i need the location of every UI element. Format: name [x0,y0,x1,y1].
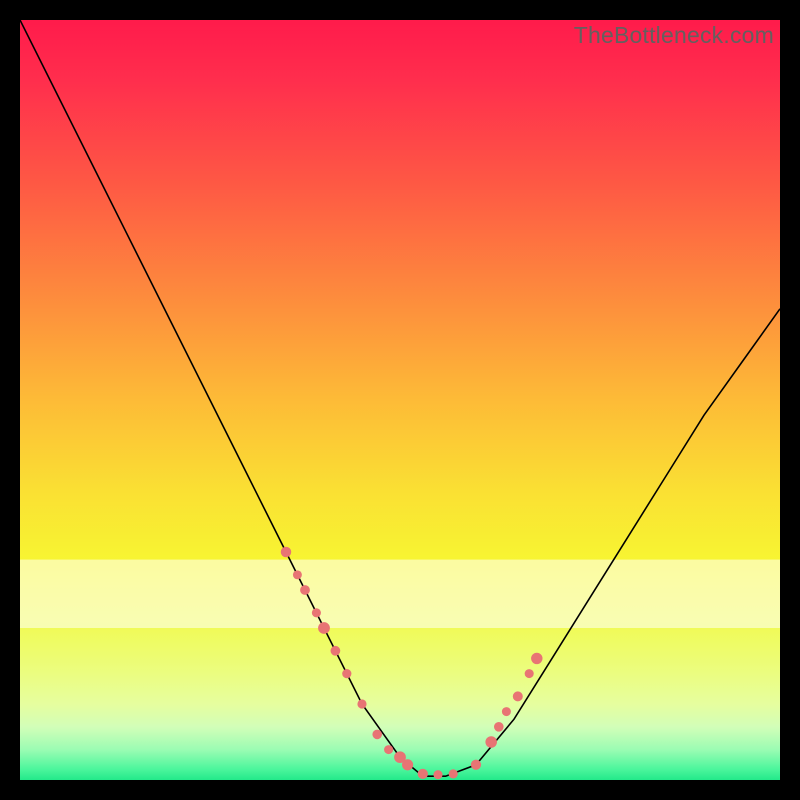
cluster-point [384,745,393,754]
cluster-point [300,585,310,595]
cluster-point [502,707,511,716]
cluster-point [531,653,542,664]
cluster-point [318,622,330,634]
cluster-point [513,691,523,701]
cluster-point [494,722,504,732]
chart-frame: TheBottleneck.com [0,0,800,800]
cluster-point [485,736,497,748]
cluster-point [281,547,291,557]
cluster-point [293,570,302,579]
cluster-point [449,769,458,778]
cluster-point [372,730,382,740]
white-strip [20,560,780,628]
chart-svg [20,20,780,780]
cluster-point [525,669,534,678]
gradient-rect [20,20,780,780]
watermark-text: TheBottleneck.com [574,22,774,49]
cluster-point [433,770,442,779]
cluster-point [402,759,413,770]
cluster-point [471,760,481,770]
plot-area: TheBottleneck.com [20,20,780,780]
cluster-point [418,769,428,779]
cluster-point [331,646,341,656]
cluster-point [342,669,351,678]
cluster-point [312,608,321,617]
cluster-point [357,699,366,708]
